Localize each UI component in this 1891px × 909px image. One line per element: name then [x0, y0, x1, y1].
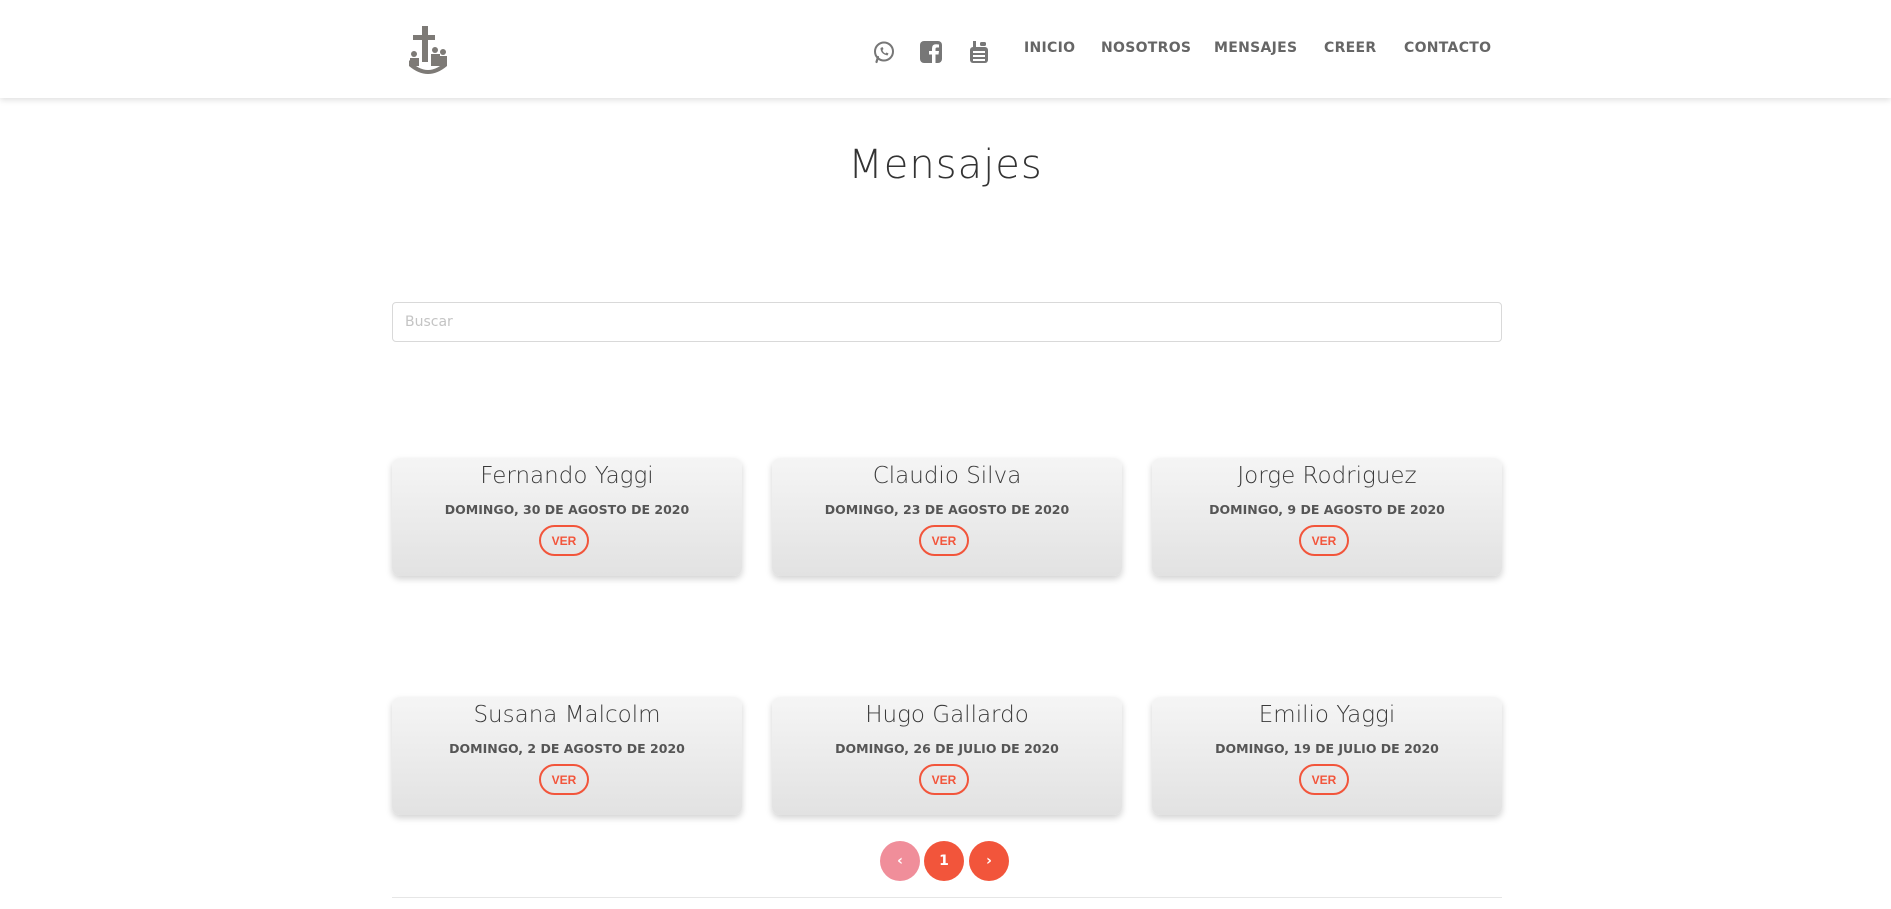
ver-button[interactable]: VER [539, 525, 589, 556]
nav-link-mensajes[interactable]: MENSAJES [1214, 40, 1297, 56]
card-date: DOMINGO, 19 DE JULIO DE 2020 [1215, 741, 1439, 756]
ver-button[interactable]: VER [1299, 764, 1349, 795]
ver-button[interactable]: VER [1299, 525, 1349, 556]
site-header: INICIO NOSOTROS MENSAJES CREER CONTACTO [0, 0, 1891, 98]
card-date: DOMINGO, 30 DE AGOSTO DE 2020 [444, 502, 690, 517]
message-card: Emilio Yaggi DOMINGO, 19 DE JULIO DE 202… [1152, 697, 1502, 815]
message-card: Jorge Rodriguez DOMINGO, 9 DE AGOSTO DE … [1152, 458, 1502, 576]
pagination-next-button[interactable]: › [969, 841, 1009, 881]
facebook-icon[interactable] [919, 40, 943, 64]
card-preacher-name: Susana Malcolm [473, 702, 661, 728]
message-card: Fernando Yaggi DOMINGO, 30 DE AGOSTO DE … [392, 458, 742, 576]
nav-link-nosotros[interactable]: NOSOTROS [1101, 40, 1191, 56]
nav-link-contacto[interactable]: CONTACTO [1404, 40, 1491, 56]
card-date: DOMINGO, 26 DE JULIO DE 2020 [835, 741, 1059, 756]
ver-button[interactable]: VER [919, 764, 969, 795]
whatsapp-icon[interactable] [872, 40, 896, 64]
nav-link-inicio[interactable]: INICIO [1024, 40, 1075, 56]
card-date: DOMINGO, 2 DE AGOSTO DE 2020 [449, 741, 685, 756]
message-card: Claudio Silva DOMINGO, 23 DE AGOSTO DE 2… [772, 458, 1122, 576]
ver-button[interactable]: VER [539, 764, 589, 795]
page-title: Mensajes [848, 142, 1043, 188]
card-date: DOMINGO, 23 DE AGOSTO DE 2020 [824, 502, 1070, 517]
ver-button[interactable]: VER [919, 525, 969, 556]
card-preacher-name: Hugo Gallardo [865, 702, 1029, 728]
card-preacher-name: Fernando Yaggi [480, 463, 654, 489]
footer-divider [392, 897, 1502, 898]
search-input[interactable] [392, 302, 1502, 342]
card-date: DOMINGO, 9 DE AGOSTO DE 2020 [1209, 502, 1445, 517]
church-logo-icon[interactable] [405, 26, 451, 76]
youtube-icon[interactable] [967, 40, 991, 64]
card-preacher-name: Emilio Yaggi [1258, 702, 1396, 728]
message-card: Susana Malcolm DOMINGO, 2 DE AGOSTO DE 2… [392, 697, 742, 815]
card-preacher-name: Claudio Silva [872, 463, 1022, 489]
card-preacher-name: Jorge Rodriguez [1237, 463, 1417, 489]
message-card: Hugo Gallardo DOMINGO, 26 DE JULIO DE 20… [772, 697, 1122, 815]
pagination-page-1[interactable]: 1 [924, 841, 964, 881]
pagination-prev-button[interactable]: ‹ [880, 841, 920, 881]
nav-link-creer[interactable]: CREER [1324, 40, 1376, 56]
